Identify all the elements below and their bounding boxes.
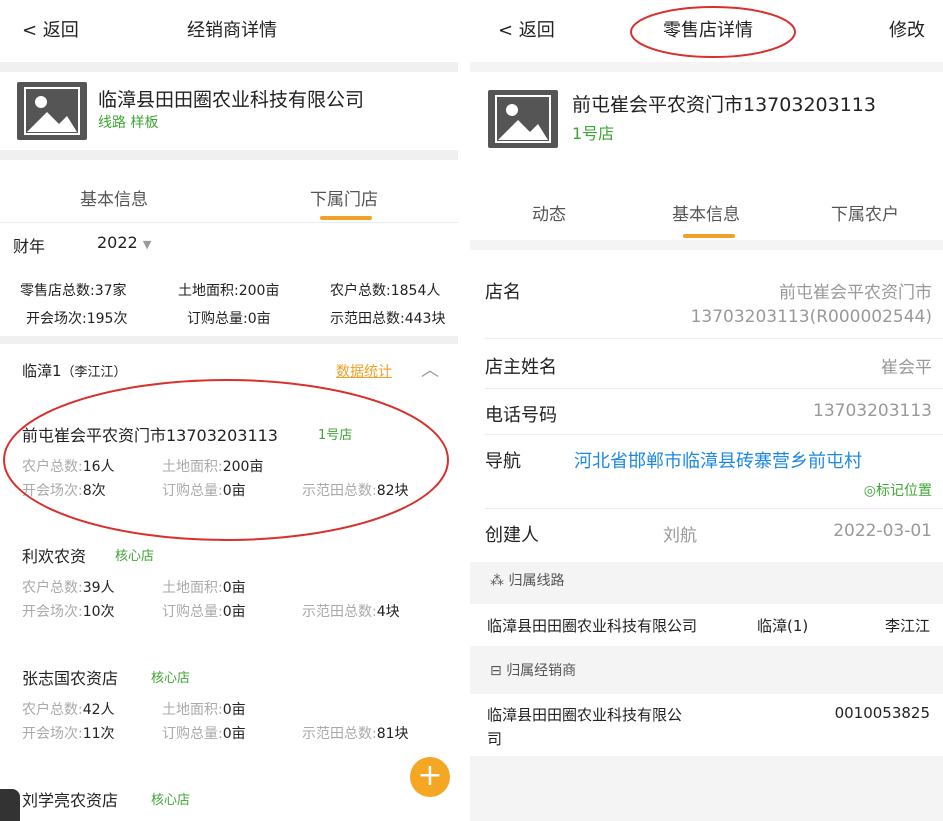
- divider: [485, 388, 943, 389]
- back-button[interactable]: < 返回: [498, 16, 555, 42]
- divider: [485, 434, 943, 435]
- store-demo: 示范田总数:4块: [302, 604, 400, 620]
- store-land: 土地面积:0亩: [162, 702, 246, 718]
- list-item[interactable]: 张志国农资店 核心店 农户总数:42人 土地面积:0亩 开会场次:11次 订购总…: [0, 650, 458, 750]
- image-placeholder-icon: [17, 82, 87, 140]
- dealer-company-line1: 临漳县田田圈农业科技有限公: [487, 706, 683, 724]
- divider: [485, 338, 943, 339]
- header-bar: < 返回 经销商详情: [0, 0, 458, 62]
- created-date: 2022-03-01: [833, 521, 932, 541]
- tab-basic-info[interactable]: 基本信息: [672, 200, 740, 225]
- basic-info-section: 店名 前屯崔会平农资门市 13703203113(R000002544) 店主姓…: [470, 250, 943, 562]
- page-title: 经销商详情: [187, 20, 277, 41]
- creator-value: 刘航: [663, 526, 697, 546]
- route-name: 临漳(1): [757, 617, 809, 635]
- store-demo: 示范田总数:81块: [302, 726, 409, 742]
- creator-label: 创建人: [485, 525, 539, 546]
- tab-activity[interactable]: 动态: [532, 200, 566, 225]
- store-tag: 核心店: [151, 793, 191, 808]
- stat-meetings: 开会场次:195次: [26, 311, 128, 327]
- tab-basic-info[interactable]: 基本信息: [80, 185, 148, 210]
- store-meetings: 开会场次:10次: [22, 604, 115, 620]
- annotation-ellipse: [3, 379, 449, 541]
- store-tag: 核心店: [151, 671, 191, 686]
- store-farmers: 农户总数:39人: [22, 580, 115, 596]
- active-tab-indicator: [683, 234, 735, 238]
- shop-name-value-line1: 前屯崔会平农资门市: [779, 283, 932, 303]
- divider: [0, 222, 458, 223]
- navigation-label: 导航: [485, 451, 521, 472]
- store-icon: ⊟: [490, 663, 507, 679]
- retail-store-detail-screen: < 返回 零售店详情 修改 前屯崔会平农资门市13703203113 1号店 动…: [470, 0, 943, 821]
- stat-farmer-count: 农户总数:1854人: [330, 283, 441, 299]
- tab-sub-stores[interactable]: 下属门店: [310, 185, 378, 210]
- fiscal-year-value: 2022: [97, 233, 138, 252]
- store-name: 刘学亮农资店: [22, 791, 119, 810]
- store-meetings: 开会场次:11次: [22, 726, 115, 742]
- phone-label: 电话号码: [485, 405, 557, 426]
- fiscal-year-label: 财年: [13, 237, 46, 256]
- divider: [0, 150, 458, 160]
- company-name: 临漳县田田圈农业科技有限公司: [98, 89, 365, 111]
- store-farmers: 农户总数:42人: [22, 702, 115, 718]
- route-person: 李江江: [884, 617, 930, 635]
- dealer-code: 0010053825: [834, 704, 930, 722]
- add-button[interactable]: +: [410, 757, 450, 797]
- stat-order-total: 订购总量:0亩: [187, 311, 271, 327]
- mark-location-button[interactable]: ◎标记位置: [864, 480, 932, 500]
- edit-button[interactable]: 修改: [889, 16, 925, 42]
- company-tags: 线路 样板: [98, 115, 159, 131]
- route-tree-icon: ⁂: [490, 573, 509, 589]
- floating-handle[interactable]: [0, 789, 20, 821]
- store-orders: 订购总量:0亩: [162, 726, 246, 742]
- route-section-title: ⁂ 归属线路: [490, 573, 565, 589]
- owner-name-label: 店主姓名: [485, 357, 557, 378]
- store-name: 张志国农资店: [22, 669, 119, 688]
- stat-retail-count: 零售店总数:37家: [20, 283, 127, 299]
- annotation-ellipse: [630, 6, 796, 58]
- divider: [0, 62, 458, 72]
- store-tag: 1号店: [572, 124, 615, 143]
- active-tab-indicator: [320, 216, 372, 220]
- fiscal-year-select[interactable]: 2022 ▼: [97, 233, 151, 252]
- store-name: 前屯崔会平农资门市13703203113: [572, 94, 876, 116]
- image-placeholder-icon: [488, 90, 558, 148]
- back-button[interactable]: < 返回: [22, 16, 79, 42]
- panel-gap: [458, 0, 470, 821]
- dealer-company-line2: 司: [487, 730, 503, 748]
- chevron-down-icon: ▼: [142, 238, 152, 251]
- divider: [0, 336, 458, 344]
- list-item[interactable]: 刘学亮农资店 核心店: [0, 773, 458, 821]
- divider: [470, 62, 943, 72]
- shop-name-label: 店名: [485, 282, 521, 303]
- store-orders: 订购总量:0亩: [162, 604, 246, 620]
- owner-name-value: 崔会平: [881, 358, 932, 378]
- stat-demo-fields: 示范田总数:443块: [330, 311, 446, 327]
- address-link[interactable]: 河北省邯郸市临漳县砖寨营乡前屯村: [574, 447, 862, 473]
- stat-land-area: 土地面积:200亩: [178, 283, 280, 299]
- route-row[interactable]: 临漳县田田圈农业科技有限公司 临漳(1) 李江江: [470, 604, 943, 646]
- dealer-section-title: ⊟ 归属经销商: [490, 663, 577, 679]
- dealer-row[interactable]: 临漳县田田圈农业科技有限公 司 0010053825: [470, 694, 943, 756]
- tab-farmers[interactable]: 下属农户: [831, 200, 899, 225]
- route-company: 临漳县田田圈农业科技有限公司: [487, 617, 698, 635]
- shop-name-value-line2: 13703203113(R000002544): [690, 307, 932, 327]
- phone-value-link[interactable]: 13703203113: [813, 401, 932, 421]
- store-card: 前屯崔会平农资门市13703203113 1号店: [470, 72, 943, 180]
- tab-bar: 动态 基本信息 下属农户: [470, 180, 943, 240]
- dealer-detail-screen: < 返回 经销商详情 临漳县田田圈农业科技有限公司 线路 样板 基本信息 下属门…: [0, 0, 458, 821]
- store-land: 土地面积:0亩: [162, 580, 246, 596]
- divider: [485, 508, 943, 509]
